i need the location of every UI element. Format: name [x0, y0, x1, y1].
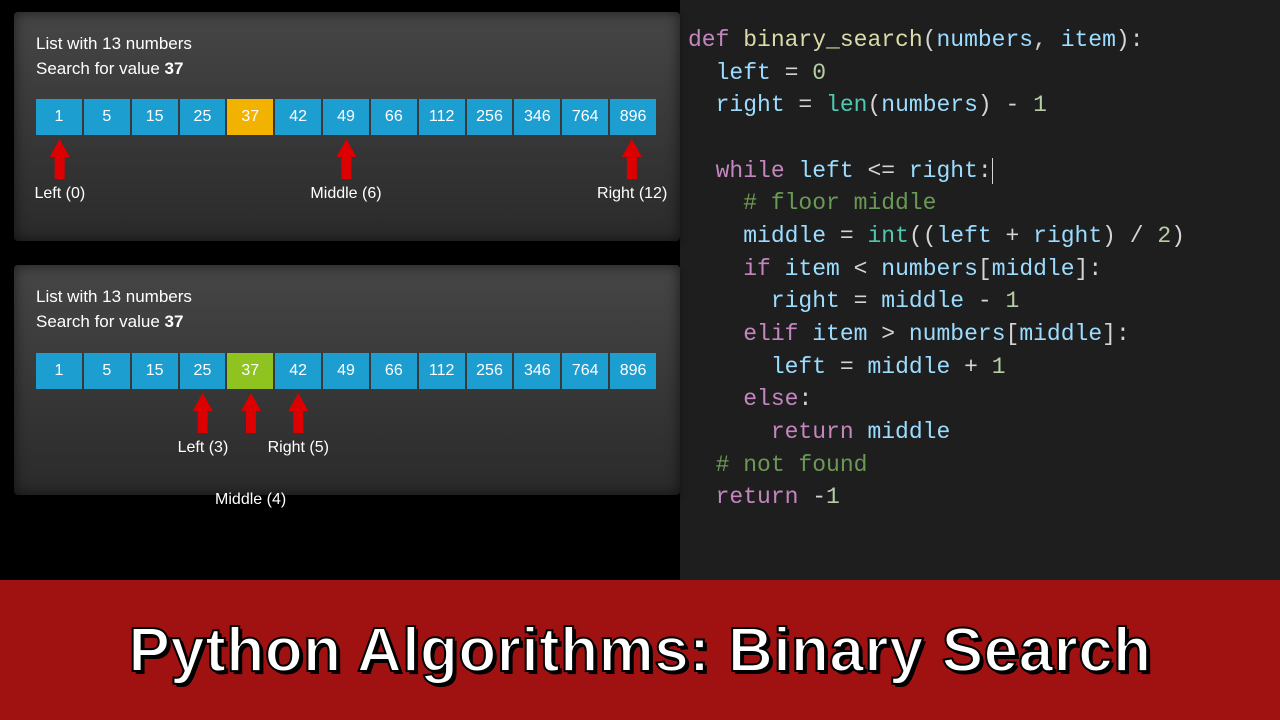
pointer-label: Middle (6) — [310, 185, 381, 203]
pointer-layer: Left (3) Middle (4) Right (5) — [36, 393, 656, 473]
up-arrow-icon — [622, 139, 642, 157]
array-cell: 112 — [419, 99, 465, 135]
array-cell: 346 — [514, 353, 560, 389]
up-arrow-icon — [336, 139, 356, 157]
array-cell: 5 — [84, 353, 130, 389]
pointer-layer: Left (0)Middle (6)Right (12) — [36, 139, 656, 219]
code-pane: def binary_search(numbers, item): left =… — [680, 0, 1280, 580]
array-cell: 1 — [36, 353, 82, 389]
array-cell: 15 — [132, 353, 178, 389]
viz-panel-1: List with 13 numbersSearch for value 37 1… — [14, 265, 680, 494]
array-cell: 66 — [371, 353, 417, 389]
array-cell: 896 — [610, 353, 656, 389]
array-cell: 15 — [132, 99, 178, 135]
up-arrow-icon — [288, 393, 308, 411]
pointer-left: Left (3) — [178, 393, 229, 457]
pointer-right: Right (5) — [268, 393, 329, 457]
title-banner: Python Algorithms: Binary Search — [0, 580, 1280, 720]
up-arrow-icon — [241, 393, 261, 411]
array-cell: 256 — [467, 99, 513, 135]
python-code: def binary_search(numbers, item): left =… — [688, 24, 1280, 514]
array-cell: 42 — [275, 99, 321, 135]
pointer-middle: Middle (6) — [310, 139, 381, 203]
panel-description: List with 13 numbersSearch for value 37 — [36, 285, 658, 334]
array-cell: 764 — [562, 99, 608, 135]
pointer-left: Left (0) — [35, 139, 86, 203]
array-cells: 15152537424966112256346764896 — [36, 99, 656, 135]
diagram-column: List with 13 numbersSearch for value 37 1… — [0, 0, 680, 580]
up-arrow-icon — [193, 393, 213, 411]
pointer-right: Right (12) — [597, 139, 667, 203]
array-cell: 37 — [227, 99, 273, 135]
pointer-label: Left (3) — [178, 439, 229, 457]
array-cell: 896 — [610, 99, 656, 135]
array-cell: 256 — [467, 353, 513, 389]
viz-panel-0: List with 13 numbersSearch for value 37 1… — [14, 12, 680, 241]
stage: List with 13 numbersSearch for value 37 1… — [0, 0, 1280, 580]
array-cell: 5 — [84, 99, 130, 135]
pointer-label: Right (5) — [268, 439, 329, 457]
array-cells: 15152537424966112256346764896 — [36, 353, 656, 389]
array-cell: 1 — [36, 99, 82, 135]
array-cell: 49 — [323, 99, 369, 135]
banner-title: Python Algorithms: Binary Search — [128, 615, 1151, 686]
pointer-middle: Middle (4) — [241, 393, 261, 433]
array-cell: 49 — [323, 353, 369, 389]
array-cell: 346 — [514, 99, 560, 135]
up-arrow-icon — [50, 139, 70, 157]
array-cell: 66 — [371, 99, 417, 135]
pointer-label: Middle (4) — [215, 491, 286, 509]
array-cell: 37 — [227, 353, 273, 389]
pointer-label: Right (12) — [597, 185, 667, 203]
array-cell: 25 — [180, 353, 226, 389]
array-cell: 112 — [419, 353, 465, 389]
array-cell: 25 — [180, 99, 226, 135]
array-cell: 764 — [562, 353, 608, 389]
panel-description: List with 13 numbersSearch for value 37 — [36, 32, 658, 81]
pointer-label: Left (0) — [35, 185, 86, 203]
array-cell: 42 — [275, 353, 321, 389]
